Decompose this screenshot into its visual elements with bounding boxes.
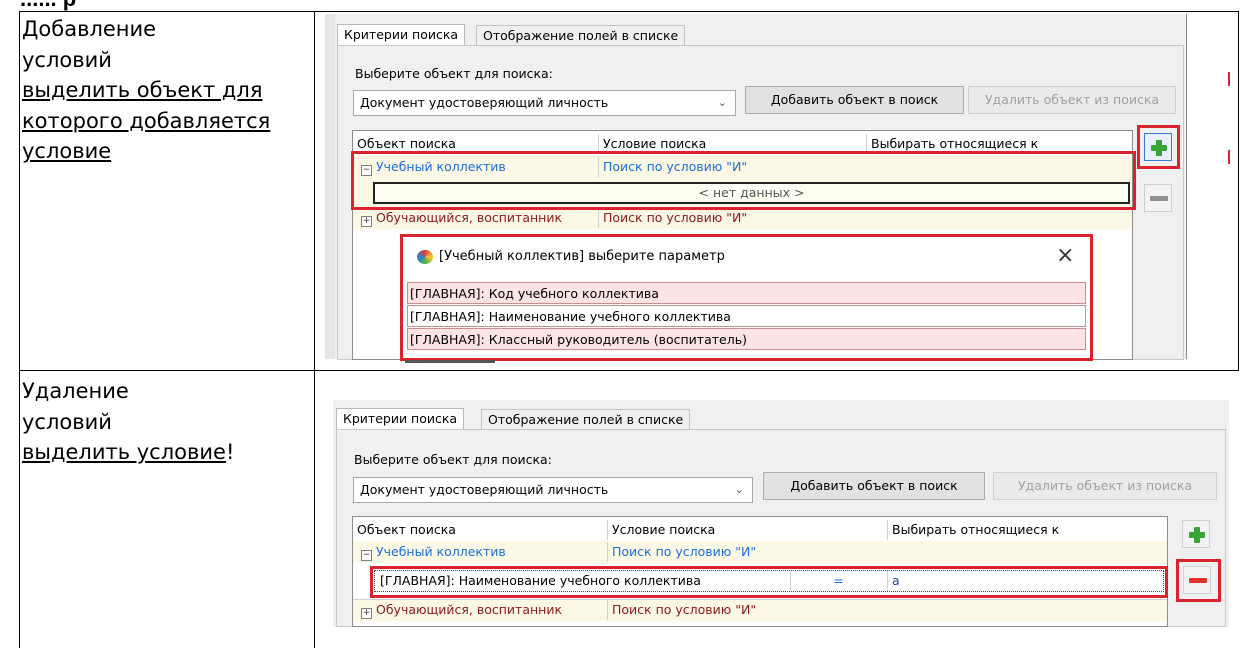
table-border-right: [1238, 11, 1239, 371]
row1-red-mark: [1228, 72, 1230, 86]
row2-desc-line3-suffix: !: [225, 440, 235, 464]
row1-desc-line5: условие: [22, 139, 112, 163]
row1-desc-line1: Добавление: [22, 17, 157, 41]
collapse-icon[interactable]: −: [361, 550, 372, 561]
row2-desc-line3: выделить условие!: [22, 437, 234, 468]
row2-group1-condition[interactable]: Поиск по условию "И": [607, 542, 887, 562]
row2-select-label: Выберите объект для поиска:: [354, 452, 552, 467]
row2-group1-name[interactable]: − Учебный коллектив: [357, 542, 607, 562]
row1-highlight-popup: [400, 234, 1093, 361]
table-border-left: [19, 11, 20, 648]
row1-highlight-plus: [1137, 125, 1180, 169]
row1-group2-label: Обучающийся, воспитанник: [376, 210, 563, 225]
row2-desc-line1: Удаление: [22, 379, 129, 403]
minus-icon: [1150, 196, 1168, 201]
row2-description: Удаление условий выделить условие!: [22, 376, 234, 468]
row2-desc-line2: условий: [22, 409, 112, 434]
chevron-down-icon: ⌄: [734, 483, 744, 496]
row2-col-header-related: Выбирать относящиеся к: [887, 520, 1167, 540]
row1-add-object-button[interactable]: Добавить объект в поиск: [745, 86, 964, 114]
table-column-divider: [314, 11, 315, 648]
row1-red-mark-2: [1228, 150, 1230, 164]
row1-desc-line4: которого добавляется: [22, 108, 271, 133]
row2-remove-object-button[interactable]: Удалить объект из поиска: [993, 472, 1217, 500]
row1-clipped-text: [405, 360, 495, 363]
row1-highlight-group: [351, 151, 1136, 210]
row1-object-select-value: Документ удостоверяющий личность: [360, 95, 609, 110]
plus-icon: [1189, 527, 1205, 543]
row2-highlight-condition: [370, 566, 1168, 598]
row2-desc-line3-main: выделить условие: [22, 440, 226, 464]
row1-tab-search-criteria[interactable]: Критерии поиска: [337, 24, 466, 46]
table-border-top: [19, 11, 1239, 12]
row2-col-header-object: Объект поиска: [357, 522, 456, 537]
row1-description: Добавление условий выделить объект для к…: [22, 14, 270, 167]
row2-object-select[interactable]: Документ удостоверяющий личность ⌄: [353, 477, 753, 503]
row2-add-object-button[interactable]: Добавить объект в поиск: [763, 472, 985, 500]
row1-desc-line2: условий: [22, 47, 112, 72]
row1-remove-object-button[interactable]: Удалить объект из поиска: [968, 86, 1176, 114]
row2-tab-search-criteria[interactable]: Критерии поиска: [336, 408, 465, 430]
row2-col-header-condition: Условие поиска: [607, 520, 887, 540]
row1-group2-name[interactable]: + Обучающийся, воспитанник: [357, 208, 597, 228]
row1-object-select[interactable]: Документ удостоверяющий личность ⌄: [353, 90, 736, 116]
row1-select-label: Выберите объект для поиска:: [355, 66, 553, 81]
table-row-divider: [19, 370, 1239, 371]
row2-group2-label: Обучающийся, воспитанник: [376, 602, 563, 617]
row2-group2-name[interactable]: + Обучающийся, воспитанник: [357, 600, 607, 620]
row2-tab-field-display[interactable]: Отображение полей в списке: [481, 409, 691, 430]
row2-highlight-minus: [1176, 559, 1221, 602]
row2-group1-label: Учебный коллектив: [376, 544, 506, 559]
row1-left-strip: [325, 14, 335, 359]
row1-group2-condition[interactable]: Поиск по условию "И": [598, 208, 866, 228]
row1-remove-condition-button[interactable]: [1144, 184, 1172, 212]
row1-tab-field-display[interactable]: Отображение полей в списке: [476, 25, 686, 46]
row2-group2-condition[interactable]: Поиск по условию "И": [607, 600, 887, 620]
expand-icon[interactable]: +: [361, 216, 372, 227]
expand-icon[interactable]: +: [361, 608, 372, 619]
row1-desc-line3: выделить объект для: [22, 78, 263, 102]
row2-object-select-value: Документ удостоверяющий личность: [360, 482, 609, 497]
row1-right-strip: [1186, 14, 1230, 359]
chevron-down-icon: ⌄: [717, 96, 727, 109]
row2-add-condition-button[interactable]: [1182, 520, 1210, 548]
